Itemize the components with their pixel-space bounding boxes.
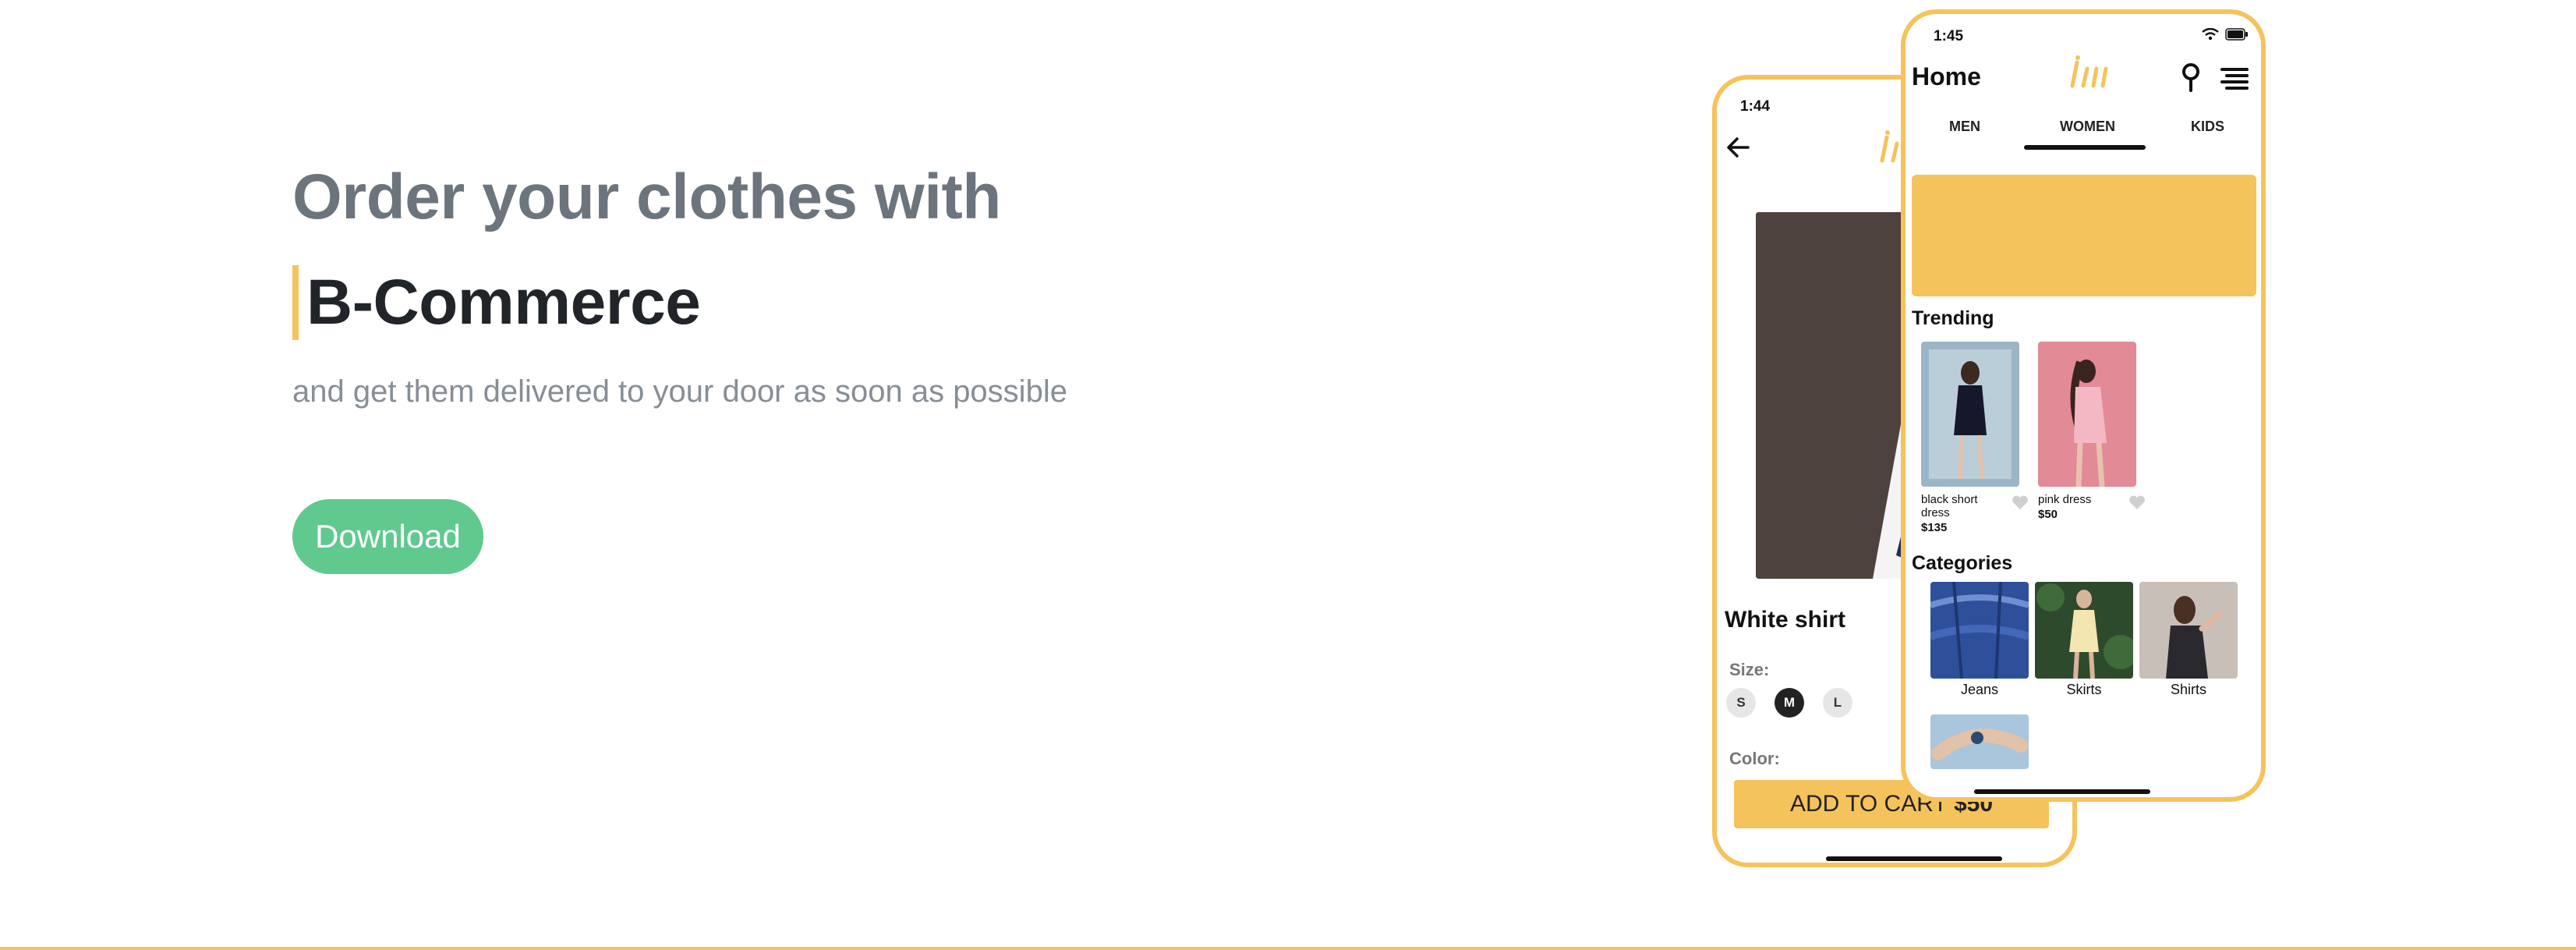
color-label: Color: [1729,749,1780,768]
section-divider [0,947,2576,950]
category-image [1930,714,2029,769]
status-time: 1:45 [1934,28,1964,44]
category-accessories[interactable] [1930,714,2029,769]
status-icons [2202,27,2249,44]
promo-banner[interactable] [1912,175,2256,296]
trending-item-image [2038,342,2136,487]
brand-wrap: B-Commerce [292,264,701,342]
trending-item-image [1921,342,2019,487]
category-skirts[interactable]: Skirts [2035,582,2133,698]
home-title: Home [1912,62,1981,90]
active-tab-indicator [2024,145,2146,150]
trending-item-price: $135 [1921,521,1948,534]
trending-item-name: pink dress [2038,493,2092,506]
wifi-icon [2202,27,2219,44]
location-pin-icon[interactable] [2177,62,2205,94]
category-image [2139,582,2238,679]
download-button[interactable]: Download [292,499,483,574]
brand-accent-bar [292,265,299,340]
categories-title: Categories [1912,552,2013,574]
home-indicator [1974,789,2150,794]
tab-women[interactable]: WOMEN [2060,119,2115,135]
trending-item-price: $50 [2038,508,2058,521]
tab-men[interactable]: MEN [1949,119,1980,135]
product-title: White shirt [1725,607,1845,633]
trending-title: Trending [1912,307,1994,329]
category-jeans[interactable]: Jeans [1930,582,2029,698]
size-option-s[interactable]: S [1726,688,1756,718]
size-option-l[interactable]: L [1823,688,1852,718]
hero-tagline: and get them delivered to your door as s… [292,374,1067,409]
battery-icon [2225,28,2249,44]
home-indicator [1826,856,2002,861]
trending-item[interactable]: pink dress $50 [2038,342,2145,521]
size-option-m[interactable]: M [1775,688,1804,718]
size-label: Size: [1729,660,1770,679]
category-label: Shirts [2170,682,2206,697]
status-time: 1:44 [1740,98,1771,115]
heart-icon[interactable] [2128,494,2146,510]
category-image [1930,582,2029,679]
brand-name: B-Commerce [306,267,701,338]
category-shirts[interactable]: Shirts [2139,582,2238,698]
category-label: Skirts [2066,682,2102,697]
tab-kids[interactable]: KIDS [2191,119,2224,135]
back-arrow-icon[interactable] [1725,134,1751,167]
category-image [2035,582,2133,679]
trending-item-name: black short dress [1921,493,1978,519]
menu-icon[interactable] [2219,66,2250,92]
logo-icon [2066,55,2113,97]
home-phone-mockup: 1:45 Home MEN WOMEN KIDS Trending black … [1901,9,2266,802]
trending-item[interactable]: black short dress $135 [1921,342,2028,534]
hero-headline: Order your clothes with [292,161,1001,232]
category-label: Jeans [1960,682,1999,697]
heart-icon[interactable] [2012,494,2029,510]
